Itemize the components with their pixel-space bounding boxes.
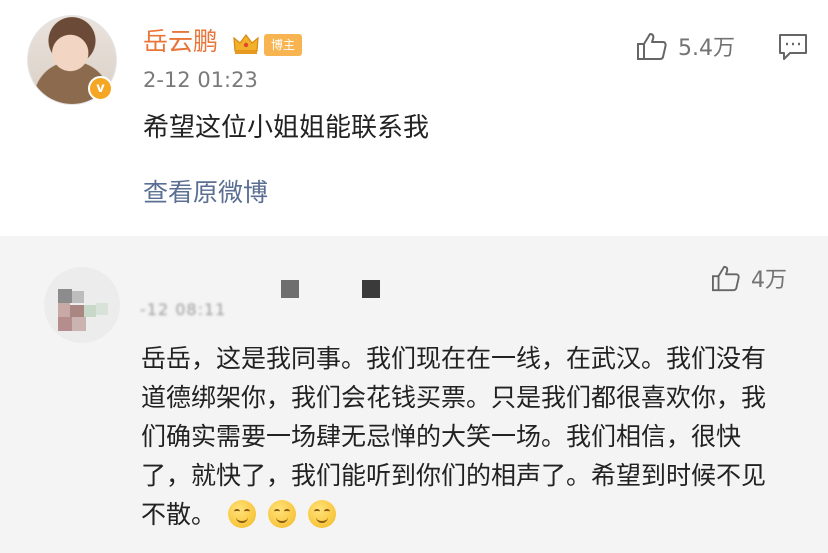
reply-like-button[interactable]: 4万: [711, 262, 787, 294]
reply-comment: -12 08:11 4万 岳岳，这是我同事。我们现在在一线，在武汉。我们没有道德…: [0, 237, 828, 553]
verified-v-icon: v: [88, 76, 113, 101]
reply-avatar-blurred[interactable]: [44, 267, 120, 343]
post-username[interactable]: 岳云鹏: [143, 26, 218, 58]
crown-icon: [233, 34, 259, 54]
post-like-button[interactable]: 5.4万: [636, 30, 735, 62]
original-post: v 岳云鹏 博主 2-12 01:23 希望这位小姐姐能联系我 查看原微博 5.…: [0, 0, 828, 236]
smile-emoji-icon: [227, 500, 256, 528]
post-like-count: 5.4万: [678, 36, 735, 61]
reply-like-count: 4万: [751, 268, 787, 293]
thumbs-up-icon: [637, 33, 667, 60]
reply-text: 岳岳，这是我同事。我们现在在一线，在武汉。我们没有道德绑架你，我们会花钱买票。只…: [141, 339, 781, 534]
comment-icon[interactable]: [778, 33, 808, 61]
thumbs-up-icon: [712, 265, 740, 292]
redacted-username-block: [281, 280, 299, 298]
author-badge: 博主: [264, 34, 302, 56]
view-original-link[interactable]: 查看原微博: [143, 176, 268, 210]
post-timestamp: 2-12 01:23: [143, 68, 258, 92]
smile-emoji-icon: [267, 500, 296, 528]
smile-emoji-icon: [307, 500, 336, 528]
reply-timestamp: -12 08:11: [140, 300, 227, 319]
post-text: 希望这位小姐姐能联系我: [143, 113, 430, 143]
redacted-username-block: [362, 280, 380, 298]
